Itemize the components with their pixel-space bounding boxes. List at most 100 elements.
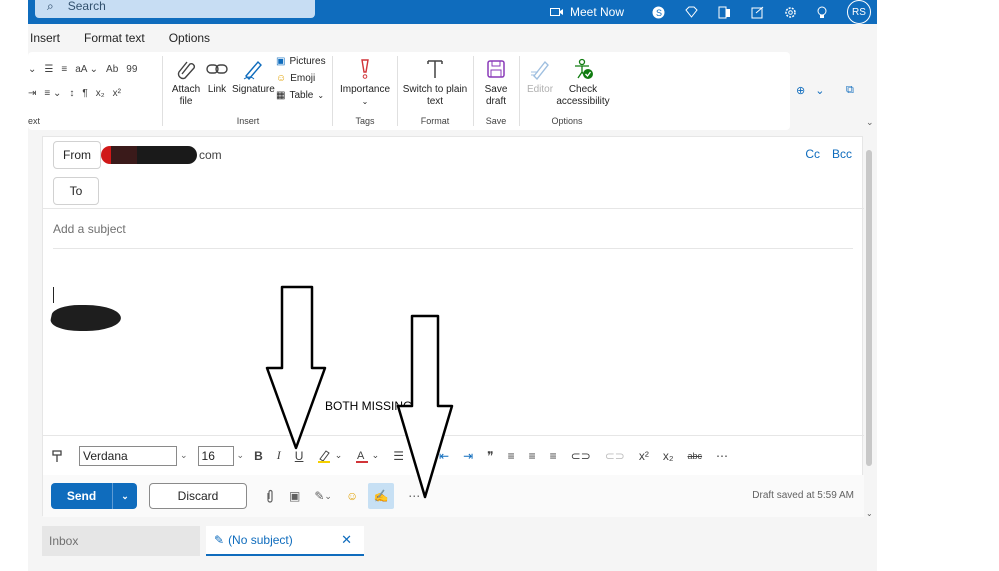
tips-lightbulb-icon[interactable]	[817, 6, 827, 19]
align-right-icon[interactable]: ≡	[550, 449, 557, 463]
subscript-icon[interactable]: x₂	[96, 88, 105, 99]
highlight-icon[interactable]: ⌄	[317, 449, 342, 463]
quote-icon[interactable]: ❞	[487, 449, 493, 463]
remove-link-icon[interactable]: ⊂⊃	[605, 449, 625, 463]
link-button[interactable]: Link	[204, 58, 230, 96]
table-button[interactable]: ▦ Table ⌄	[276, 90, 326, 101]
dropdown-chevron-icon[interactable]: ⌄	[28, 64, 36, 75]
numbering-icon[interactable]: ≡	[418, 449, 425, 463]
meet-now-button[interactable]: Meet Now	[549, 5, 624, 19]
chevron-down-icon[interactable]: ⌄	[815, 84, 824, 97]
tab-draft[interactable]: ✎ (No subject) ✕	[206, 526, 364, 556]
ribbon-zoom-controls: ⊕ ⌄	[796, 84, 824, 97]
redacted-signature	[48, 305, 124, 331]
indent-icon[interactable]: ⇥	[28, 88, 36, 99]
save-group: Save draft Save	[475, 52, 517, 130]
attach-file-button[interactable]: Attach file	[168, 58, 204, 108]
bullets-icon[interactable]: ☰	[393, 449, 404, 463]
settings-gear-icon[interactable]	[784, 6, 797, 19]
discard-button[interactable]: Discard	[149, 483, 247, 509]
search-placeholder: Search	[67, 0, 106, 13]
send-button[interactable]: Send ⌄	[51, 483, 137, 509]
italic-icon[interactable]: I	[277, 448, 281, 463]
importance-label: Importance	[339, 84, 391, 95]
insert-group: Attach file Link Signature ▣ Pictures ☺ Em…	[164, 52, 332, 130]
table-icon: ▦	[276, 90, 286, 101]
insert-link-icon[interactable]: ⊂⊃	[571, 449, 591, 463]
increase-indent-icon[interactable]: ⇥	[463, 449, 473, 463]
format-painter-icon[interactable]	[51, 449, 65, 463]
insert-small-buttons: ▣ Pictures ☺ Emoji ▦ Table ⌄	[276, 56, 326, 101]
cc-link[interactable]: Cc	[805, 147, 820, 161]
open-new-window-icon[interactable]: ⧉	[846, 84, 854, 97]
svg-text:A: A	[357, 450, 365, 462]
numbering-icon[interactable]: ≡	[61, 64, 67, 75]
editor-button[interactable]: Editor	[525, 58, 555, 96]
compose-scrollbar[interactable]	[866, 150, 872, 466]
editor-icon[interactable]: ✍	[368, 483, 395, 509]
attach-icon[interactable]	[265, 489, 275, 503]
office-apps-icon[interactable]	[718, 6, 731, 19]
avatar[interactable]: RS	[847, 0, 871, 24]
bullets-icon[interactable]: ☰	[44, 64, 53, 75]
align-icon[interactable]: ≡ ⌄	[44, 88, 61, 99]
importance-button[interactable]: Importance ⌄	[336, 58, 394, 108]
quote-icon[interactable]: 99	[126, 64, 137, 75]
font-family-input[interactable]: Verdana	[79, 445, 177, 466]
font-size-input[interactable]: 16	[197, 445, 234, 466]
switch-to-plain-text-label: Switch to plain text	[402, 84, 468, 107]
decrease-indent-icon[interactable]: ⇤	[439, 449, 449, 463]
align-left-icon[interactable]: ≡	[508, 449, 515, 463]
spelling-icon[interactable]: Ab	[106, 64, 118, 75]
subject-field[interactable]: Add a subject	[53, 209, 853, 249]
font-size-icon[interactable]: aA ⌄	[75, 64, 98, 75]
bold-icon[interactable]: B	[254, 449, 263, 463]
check-accessibility-label: Check accessibility	[556, 84, 610, 107]
subscript-icon[interactable]: x₂	[663, 449, 674, 463]
switch-to-plain-text-button[interactable]: Switch to plain text	[401, 58, 469, 108]
from-button[interactable]: From	[53, 141, 101, 169]
emoji-icon[interactable]: ☺	[346, 489, 358, 503]
chevron-down-icon[interactable]: ⌄	[180, 450, 188, 461]
skype-icon[interactable]: S	[652, 6, 665, 19]
tab-format-text[interactable]: Format text	[84, 31, 145, 45]
tab-options[interactable]: Options	[169, 31, 210, 45]
signature-icon[interactable]: ✎ ⌄	[314, 489, 332, 503]
pictures-button[interactable]: ▣ Pictures	[276, 56, 326, 67]
font-color-icon[interactable]: A ⌄	[356, 449, 379, 463]
zoom-icon[interactable]: ⊕	[796, 84, 805, 97]
cc-bcc-links: Cc Bcc	[805, 147, 852, 161]
group-label-format: Format	[420, 116, 450, 126]
emoji-icon: ☺	[276, 73, 287, 84]
my-day-icon[interactable]	[751, 6, 764, 19]
editor-label: Editor	[526, 84, 554, 95]
more-options-icon[interactable]: ⋯	[716, 449, 728, 463]
signature-button[interactable]: Signature	[232, 58, 275, 96]
chevron-down-icon[interactable]: ⌄	[113, 483, 137, 509]
tab-inbox[interactable]: Inbox	[42, 526, 200, 556]
check-accessibility-button[interactable]: Check accessibility	[555, 58, 611, 108]
redacted-email	[101, 146, 197, 164]
underline-icon[interactable]: U	[295, 449, 304, 463]
ribbon-collapse-chevron-icon[interactable]: ⌄	[866, 117, 874, 128]
more-actions-icon[interactable]: ⋯	[408, 489, 420, 503]
align-center-icon[interactable]: ≡	[529, 449, 536, 463]
superscript-icon[interactable]: x²	[113, 88, 121, 99]
close-icon[interactable]: ✕	[341, 532, 352, 548]
emoji-button[interactable]: ☺ Emoji	[276, 73, 326, 84]
message-body[interactable]: BOTH MISSING	[43, 249, 864, 435]
group-label-insert: Insert	[236, 116, 260, 126]
superscript-icon[interactable]: x²	[639, 449, 649, 463]
scroll-down-chevron-icon[interactable]: ⌄	[866, 509, 873, 518]
bcc-link[interactable]: Bcc	[832, 147, 852, 161]
search-box[interactable]: ⌕ Search	[35, 0, 315, 18]
line-spacing-icon[interactable]: ↕	[69, 88, 74, 99]
paragraph-icon[interactable]: ¶	[82, 88, 87, 99]
chevron-down-icon[interactable]: ⌄	[237, 450, 245, 461]
strikethrough-icon[interactable]: abc	[688, 451, 703, 461]
tab-insert[interactable]: Insert	[30, 31, 60, 45]
premium-diamond-icon[interactable]	[685, 6, 698, 18]
insert-picture-icon[interactable]: ▣	[289, 489, 300, 503]
save-draft-button[interactable]: Save draft	[477, 58, 515, 108]
to-button[interactable]: To	[53, 177, 99, 205]
